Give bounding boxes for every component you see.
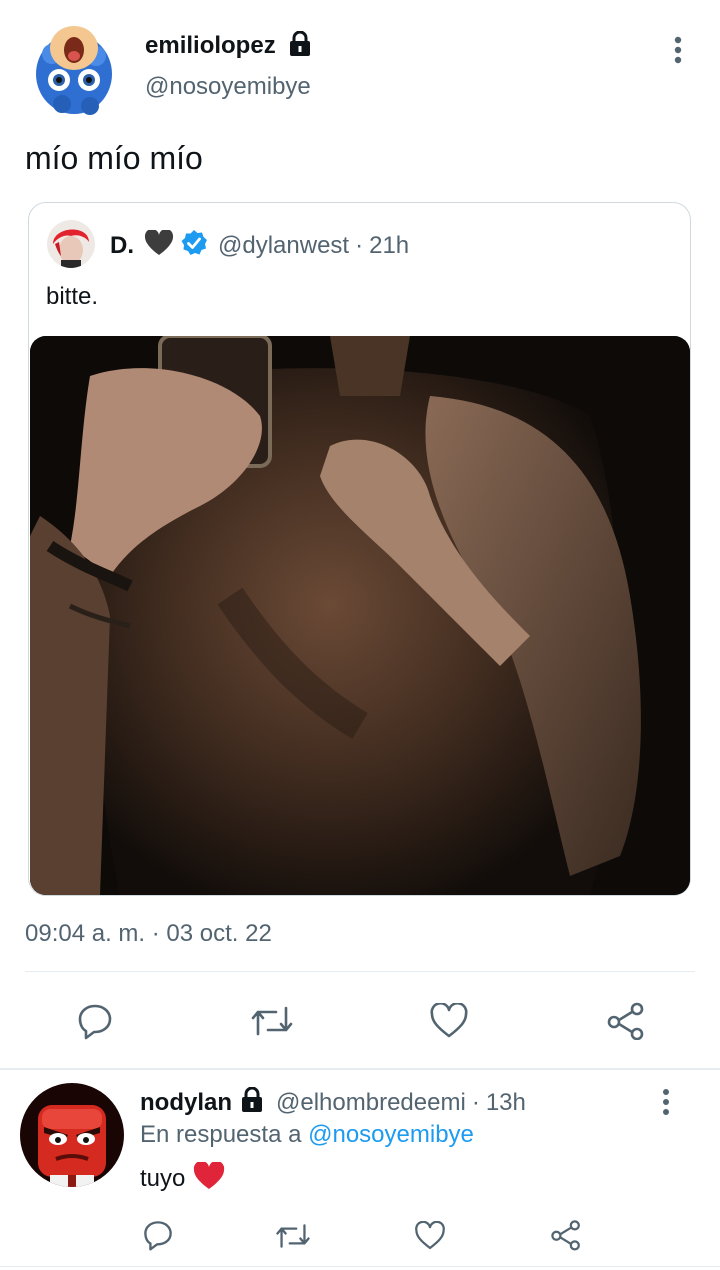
author-avatar[interactable] [32, 14, 116, 118]
tweet-timestamp-row: 09:04 a. m. · 03 oct. 22 [25, 920, 272, 948]
lock-icon [288, 30, 312, 62]
tweet-date[interactable]: 03 oct. 22 [166, 920, 271, 947]
red-heart-emoji [193, 1160, 225, 1197]
quoted-display-name[interactable]: D. [110, 232, 134, 260]
reply-handle[interactable]: @elhombredeemi [276, 1089, 466, 1117]
date-separator: · [151, 920, 160, 947]
quoted-handle[interactable]: @dylanwest [218, 232, 349, 260]
reply-text-row: tuyo [140, 1160, 225, 1197]
lock-icon [240, 1086, 264, 1120]
divider [0, 1068, 720, 1070]
black-heart-emoji [144, 228, 174, 263]
quoted-author-avatar[interactable] [47, 220, 95, 268]
author-handle[interactable]: @nosoyemibye [145, 73, 311, 101]
reply-icon[interactable] [142, 1219, 174, 1251]
reply-author-avatar[interactable] [20, 1083, 124, 1187]
in-reply-to-handle-link[interactable]: @nosoyemibye [308, 1121, 474, 1148]
reply-text: tuyo [140, 1165, 186, 1192]
more-vertical-icon[interactable] [668, 34, 688, 66]
share-icon[interactable] [606, 1002, 646, 1040]
quoted-media-image[interactable] [30, 336, 690, 895]
more-vertical-icon[interactable] [656, 1087, 676, 1117]
reply-icon[interactable] [76, 1002, 114, 1040]
quoted-header-row: D. @dylanwest · 21h [110, 228, 409, 264]
like-icon[interactable] [429, 1003, 469, 1039]
divider [0, 1266, 720, 1267]
share-icon[interactable] [550, 1219, 582, 1251]
tweet-text: mío mío mío [25, 140, 203, 176]
divider [25, 971, 695, 972]
quoted-dot: · [355, 232, 364, 259]
verified-icon [180, 229, 208, 264]
author-name-row: emiliolopez [145, 30, 312, 62]
like-icon[interactable] [414, 1221, 446, 1251]
reply-header-row: nodylan @elhombredeemi · 13h [140, 1086, 526, 1120]
reply-time[interactable]: 13h [486, 1089, 526, 1117]
retweet-icon[interactable] [250, 1004, 294, 1038]
quoted-time[interactable]: 21h [369, 232, 409, 260]
reply-dot: · [471, 1089, 480, 1116]
reply-display-name[interactable]: nodylan [140, 1089, 232, 1117]
author-display-name[interactable]: emiliolopez [145, 32, 276, 60]
tweet-time[interactable]: 09:04 a. m. [25, 920, 145, 947]
in-reply-to-label: En respuesta a [140, 1121, 302, 1148]
retweet-icon[interactable] [275, 1222, 311, 1250]
quoted-text: bitte. [46, 283, 99, 310]
in-reply-to-row: En respuesta a @nosoyemibye [140, 1121, 474, 1149]
